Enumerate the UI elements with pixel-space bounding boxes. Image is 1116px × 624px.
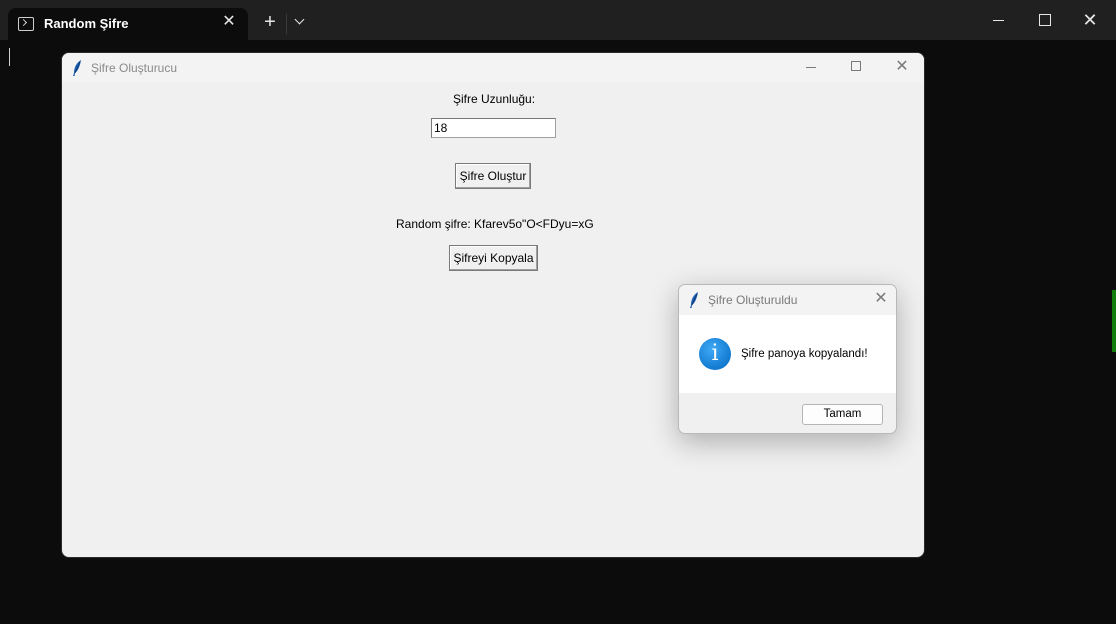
length-input[interactable]	[431, 118, 556, 138]
maximize-button[interactable]	[1021, 6, 1067, 34]
generate-password-button[interactable]: Şifre Oluştur	[455, 163, 531, 189]
tab-close-icon[interactable]: ✕	[220, 13, 238, 31]
password-result-label: Random şifre: Kfarev5o"O<FDyu=xG	[396, 217, 594, 231]
terminal-cursor	[9, 48, 10, 66]
terminal-tab-title: Random Şifre	[44, 16, 129, 31]
feather-icon	[73, 60, 81, 76]
console-icon	[18, 17, 34, 31]
terminal-titlebar: Random Şifre ✕ + ✕	[0, 0, 1116, 40]
chevron-down-icon[interactable]	[290, 12, 310, 32]
info-dialog: Şifre Oluşturuldu ✕ i Şifre panoya kopya…	[678, 284, 897, 434]
length-label: Şifre Uzunluğu:	[453, 92, 536, 106]
feather-icon	[690, 292, 698, 308]
minimize-button[interactable]	[975, 6, 1021, 34]
app-title: Şifre Oluşturucu	[91, 61, 178, 75]
dialog-titlebar[interactable]: Şifre Oluşturuldu ✕	[679, 285, 896, 315]
dialog-close-button[interactable]: ✕	[873, 289, 889, 309]
new-tab-button[interactable]: +	[258, 10, 282, 34]
tab-separator	[286, 14, 287, 34]
app-close-button[interactable]: ✕	[894, 57, 910, 77]
dialog-title: Şifre Oluşturuldu	[708, 293, 798, 307]
dialog-body: i Şifre panoya kopyalandı!	[679, 315, 896, 393]
copy-password-button[interactable]: Şifreyi Kopyala	[449, 245, 538, 271]
app-maximize-button[interactable]	[851, 61, 861, 71]
window-close-button[interactable]: ✕	[1067, 6, 1113, 34]
info-icon: i	[699, 338, 731, 370]
scrollbar-edge	[1112, 290, 1116, 352]
app-titlebar[interactable]: Şifre Oluşturucu ✕	[62, 53, 924, 83]
dialog-message: Şifre panoya kopyalandı!	[741, 348, 868, 360]
terminal-tab[interactable]: Random Şifre ✕	[8, 8, 248, 40]
app-minimize-button[interactable]	[806, 67, 816, 68]
ok-button[interactable]: Tamam	[802, 404, 883, 425]
